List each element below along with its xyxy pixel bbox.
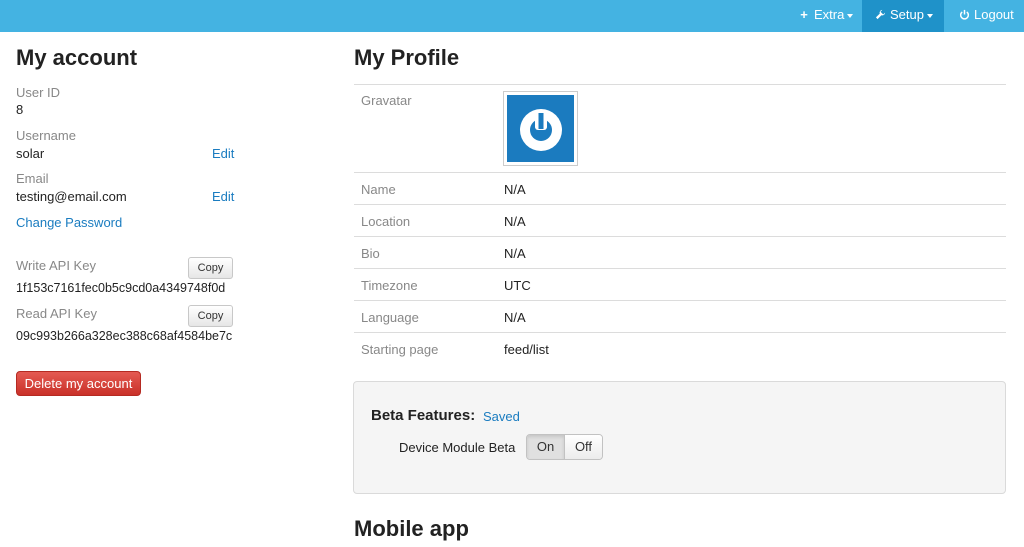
divider <box>354 300 1006 301</box>
mobile-app-title: Mobile app <box>354 516 469 541</box>
setup-menu[interactable]: Setup <box>862 0 944 32</box>
user-id-label: User ID <box>16 85 61 100</box>
profile-row-value[interactable]: N/A <box>504 214 526 229</box>
my-profile-title: My Profile <box>354 45 460 70</box>
divider <box>354 268 1006 269</box>
my-account-title: My account <box>16 45 138 70</box>
beta-saved-status: Saved <box>483 409 520 424</box>
extra-label: Extra <box>814 7 845 22</box>
beta-features-title: Beta Features: <box>371 407 476 424</box>
profile-row-value[interactable]: feed/list <box>504 342 549 357</box>
chevron-down-icon <box>847 13 854 18</box>
logout-label: Logout <box>974 7 1014 22</box>
profile-row-label: Timezone <box>361 278 418 293</box>
write-api-key-value: 1f153c7161fec0b5c9cd0a4349748f0d <box>16 281 226 295</box>
top-navbar: + Extra Setup Logout <box>0 0 1024 32</box>
username-value: solar <box>16 146 45 161</box>
wrench-icon <box>874 0 886 30</box>
divider <box>354 84 1006 85</box>
divider <box>354 236 1006 237</box>
extra-menu[interactable]: + Extra <box>786 0 865 32</box>
profile-row-label: Bio <box>361 246 380 261</box>
profile-row-value[interactable]: N/A <box>504 310 526 325</box>
gravatar-avatar[interactable] <box>503 91 578 166</box>
email-value: testing@email.com <box>16 189 127 204</box>
beta-features-panel <box>353 381 1006 494</box>
device-module-beta-toggle: On Off <box>526 434 603 460</box>
copy-read-key-button[interactable]: Copy <box>188 305 233 327</box>
power-icon <box>958 0 970 30</box>
read-api-key-label: Read API Key <box>16 306 97 321</box>
device-module-beta-label: Device Module Beta <box>399 440 516 455</box>
setup-label: Setup <box>890 7 924 22</box>
divider <box>354 332 1006 333</box>
write-api-key-label: Write API Key <box>16 258 96 273</box>
profile-row-label: Name <box>361 182 396 197</box>
chevron-down-icon <box>926 13 933 18</box>
read-api-key-value: 09c993b266a328ec388c68af4584be7c <box>16 329 233 343</box>
edit-email-link[interactable]: Edit <box>212 189 234 204</box>
delete-account-button[interactable]: Delete my account <box>16 371 141 396</box>
profile-row-label: Starting page <box>361 342 439 357</box>
toggle-on-button[interactable]: On <box>527 435 565 459</box>
profile-row-value[interactable]: UTC <box>504 278 531 293</box>
username-label: Username <box>16 128 76 143</box>
edit-username-link[interactable]: Edit <box>212 146 234 161</box>
user-id-value: 8 <box>16 102 24 117</box>
divider <box>354 172 1006 173</box>
change-password-link[interactable]: Change Password <box>16 215 122 230</box>
profile-row-value[interactable]: N/A <box>504 246 526 261</box>
copy-write-key-button[interactable]: Copy <box>188 257 233 279</box>
divider <box>354 204 1006 205</box>
email-label: Email <box>16 171 49 186</box>
plus-icon: + <box>800 7 808 22</box>
gravatar-logo-icon <box>520 109 562 151</box>
profile-row-value[interactable]: N/A <box>504 182 526 197</box>
gravatar-label: Gravatar <box>361 93 412 108</box>
profile-row-label: Location <box>361 214 411 229</box>
toggle-off-button[interactable]: Off <box>565 435 602 459</box>
profile-row-label: Language <box>361 310 419 325</box>
logout-link[interactable]: Logout <box>946 0 1024 32</box>
